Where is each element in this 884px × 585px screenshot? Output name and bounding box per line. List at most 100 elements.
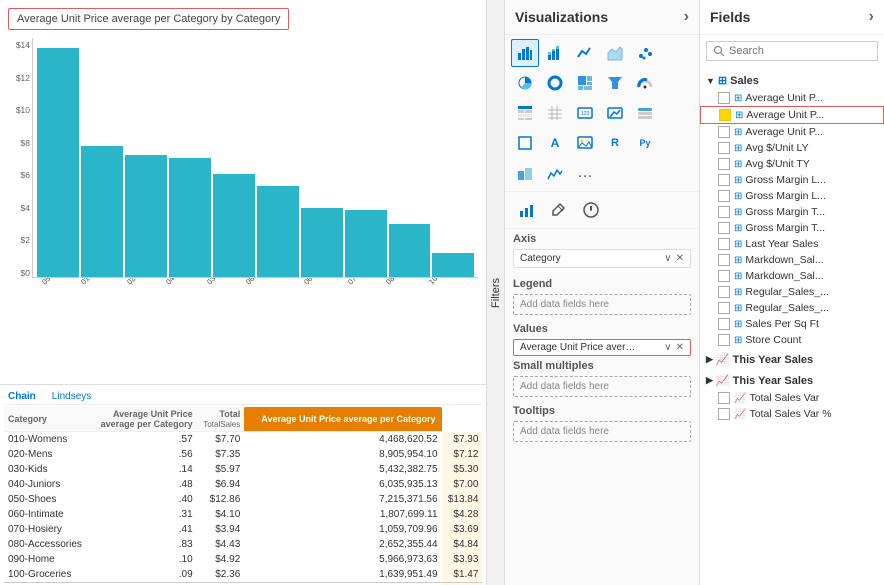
- field-item-0-9[interactable]: ⊞ Last Year Sales: [700, 236, 884, 252]
- viz-expand-icon[interactable]: ›: [684, 8, 689, 26]
- axis-chevron-icon[interactable]: ∨: [664, 253, 671, 264]
- viz-analytics-icon[interactable]: [577, 196, 605, 224]
- viz-custom1-btn[interactable]: [511, 159, 539, 187]
- viz-card-btn[interactable]: 123: [571, 99, 599, 127]
- field-checkbox-0-9[interactable]: [718, 238, 730, 250]
- field-item-0-12[interactable]: ⊞ Regular_Sales_...: [700, 284, 884, 300]
- field-item-0-7[interactable]: ⊞ Gross Margin T...: [700, 204, 884, 220]
- field-group-header-0[interactable]: ▼ ⊞ Sales: [700, 71, 884, 90]
- table-row: 050-Shoes .40 $12.86 7,215,371.56 $13.84: [4, 492, 482, 507]
- field-item-0-2[interactable]: ⊞ Average Unit P...: [700, 124, 884, 140]
- field-checkbox-0-4[interactable]: [718, 158, 730, 170]
- field-item-0-0[interactable]: ⊞ Average Unit P...: [700, 90, 884, 106]
- group-icon: 📈: [716, 353, 730, 366]
- values-chevron-icon[interactable]: ∨: [664, 342, 671, 353]
- filters-tab[interactable]: Filters: [488, 270, 504, 316]
- field-group-header-tys[interactable]: ▶ 📈 This Year Sales: [700, 371, 884, 390]
- viz-pie-btn[interactable]: [511, 69, 539, 97]
- field-item-0-11[interactable]: ⊞ Markdown_Sal...: [700, 268, 884, 284]
- viz-funnel-btn[interactable]: [601, 69, 629, 97]
- field-checkbox-0-6[interactable]: [718, 190, 730, 202]
- field-checkbox-0-14[interactable]: [718, 318, 730, 330]
- field-type-icon: ⊞: [734, 335, 742, 346]
- field-group-header-1[interactable]: ▶ 📈 This Year Sales: [700, 350, 884, 369]
- field-item-tys-0[interactable]: 📈 Total Sales Var: [700, 390, 884, 406]
- field-checkbox-tys-1[interactable]: [718, 408, 730, 420]
- fields-title: Fields: [710, 9, 750, 25]
- viz-area-btn[interactable]: [601, 39, 629, 67]
- field-checkbox-0-12[interactable]: [718, 286, 730, 298]
- bar-060-Accessories[interactable]: [257, 186, 299, 277]
- viz-shape-btn[interactable]: [511, 129, 539, 157]
- field-checkbox-0-10[interactable]: [718, 254, 730, 266]
- viz-stacked-bar-btn[interactable]: [541, 39, 569, 67]
- fields-expand-icon[interactable]: ›: [869, 8, 874, 26]
- viz-table-btn[interactable]: [511, 99, 539, 127]
- cell-price: $12.86: [197, 492, 245, 507]
- field-checkbox-0-1[interactable]: [719, 109, 731, 121]
- field-checkbox-tys-0[interactable]: [718, 392, 730, 404]
- field-item-0-15[interactable]: ⊞ Store Count: [700, 332, 884, 348]
- bar-100-Groceries[interactable]: [432, 253, 474, 277]
- axis-remove-icon[interactable]: ✕: [676, 253, 684, 264]
- viz-format-icon[interactable]: [545, 196, 573, 224]
- viz-slicer-btn[interactable]: [631, 99, 659, 127]
- field-item-0-3[interactable]: ⊞ Avg $/Unit LY: [700, 140, 884, 156]
- cell-category: 080-Accessories: [4, 537, 91, 552]
- search-box[interactable]: [706, 41, 878, 61]
- axis-field[interactable]: Category ∨ ✕: [513, 249, 691, 268]
- viz-build-icon[interactable]: [513, 196, 541, 224]
- values-remove-icon[interactable]: ✕: [676, 342, 684, 353]
- bar-070-Home[interactable]: [345, 210, 387, 277]
- viz-line-btn[interactable]: [571, 39, 599, 67]
- field-item-0-10[interactable]: ⊞ Markdown_Sal...: [700, 252, 884, 268]
- filters-panel[interactable]: Filters: [487, 0, 505, 585]
- viz-py-btn[interactable]: Py: [631, 129, 659, 157]
- field-checkbox-0-11[interactable]: [718, 270, 730, 282]
- field-item-tys-1[interactable]: 📈 Total Sales Var %: [700, 406, 884, 422]
- field-item-0-8[interactable]: ⊞ Gross Margin T...: [700, 220, 884, 236]
- field-type-icon: ⊞: [734, 319, 742, 330]
- field-checkbox-0-8[interactable]: [718, 222, 730, 234]
- field-item-0-14[interactable]: ⊞ Sales Per Sq Ft: [700, 316, 884, 332]
- viz-bar-chart-btn[interactable]: [511, 39, 539, 67]
- tooltips-dropzone[interactable]: Add data fields here: [513, 421, 691, 442]
- viz-more-btn[interactable]: …: [571, 159, 599, 187]
- search-input[interactable]: [729, 45, 871, 57]
- bar-010-Womens[interactable]: [81, 146, 123, 277]
- bar-050-Shoes[interactable]: [37, 48, 79, 277]
- viz-donut-btn[interactable]: [541, 69, 569, 97]
- legend-dropzone[interactable]: Add data fields here: [513, 294, 691, 315]
- bar-030-Kids[interactable]: [213, 174, 255, 277]
- field-checkbox-0-15[interactable]: [718, 334, 730, 346]
- bar-040-Juniors[interactable]: [169, 158, 211, 278]
- viz-treemap-btn[interactable]: [571, 69, 599, 97]
- values-tag[interactable]: Average Unit Price aver… ∨ ✕: [513, 339, 691, 356]
- field-item-0-5[interactable]: ⊞ Gross Margin L...: [700, 172, 884, 188]
- field-item-0-4[interactable]: ⊞ Avg $/Unit TY: [700, 156, 884, 172]
- bar-020-Mens[interactable]: [125, 155, 167, 277]
- field-checkbox-0-0[interactable]: [718, 92, 730, 104]
- viz-matrix-btn[interactable]: [541, 99, 569, 127]
- cell-avg-price: $4.28: [442, 507, 483, 522]
- bar-080-Hosiery[interactable]: [389, 224, 431, 277]
- viz-scatter-btn[interactable]: [631, 39, 659, 67]
- viz-r-btn[interactable]: R: [601, 129, 629, 157]
- viz-kpi-btn[interactable]: [601, 99, 629, 127]
- viz-gauge-btn[interactable]: [631, 69, 659, 97]
- viz-text-btn[interactable]: A: [541, 129, 569, 157]
- field-label: Total Sales Var %: [749, 408, 831, 420]
- field-checkbox-0-5[interactable]: [718, 174, 730, 186]
- field-checkbox-0-2[interactable]: [718, 126, 730, 138]
- field-item-0-13[interactable]: ⊞ Regular_Sales_...: [700, 300, 884, 316]
- field-item-0-1[interactable]: ⊞ Average Unit P...: [700, 106, 884, 124]
- bar-060-Intimate[interactable]: [301, 208, 343, 277]
- viz-image-btn[interactable]: [571, 129, 599, 157]
- field-checkbox-0-13[interactable]: [718, 302, 730, 314]
- field-item-0-6[interactable]: ⊞ Gross Margin L...: [700, 188, 884, 204]
- small-multiples-dropzone[interactable]: Add data fields here: [513, 376, 691, 397]
- viz-custom2-btn[interactable]: [541, 159, 569, 187]
- field-checkbox-0-7[interactable]: [718, 206, 730, 218]
- group-chevron-icon: ▼: [706, 76, 715, 86]
- field-checkbox-0-3[interactable]: [718, 142, 730, 154]
